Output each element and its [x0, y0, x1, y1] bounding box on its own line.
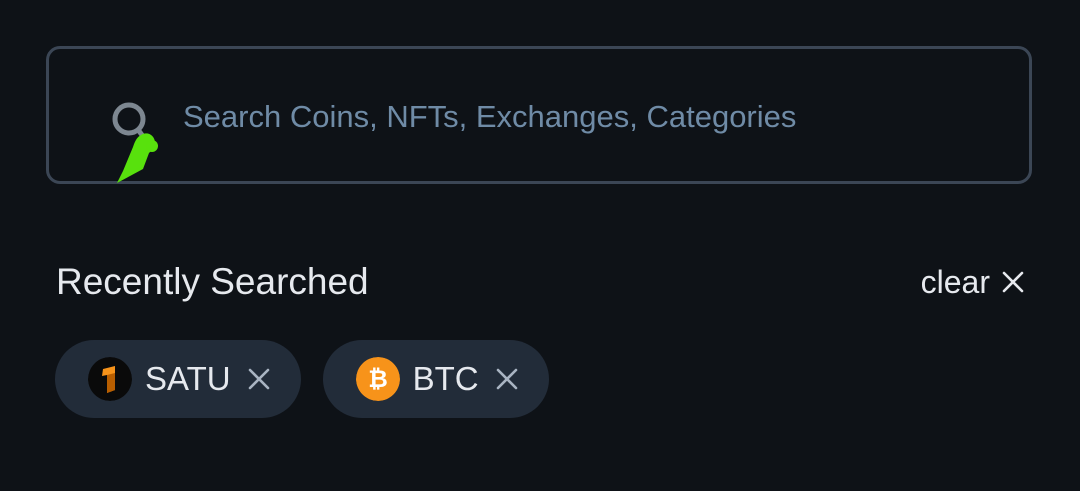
close-icon[interactable] [495, 367, 519, 391]
btc-coin-icon: ₿ [355, 357, 400, 401]
close-icon [1002, 271, 1024, 293]
clear-button[interactable]: clear [921, 262, 1024, 302]
recent-chip-satu[interactable]: SATU [55, 340, 301, 418]
clear-label: clear [920, 264, 990, 300]
recent-chip-btc[interactable]: ₿ BTC [322, 340, 549, 418]
search-icon [112, 102, 158, 183]
recent-chip-label: SATU [145, 360, 231, 397]
close-icon[interactable] [247, 367, 271, 391]
satu-coin-icon [88, 357, 132, 401]
recently-searched-title: Recently Searched [56, 261, 369, 302]
search-box[interactable] [46, 46, 1032, 184]
recent-search-list: SATU ₿ BTC [55, 340, 549, 418]
svg-text:₿: ₿ [368, 365, 388, 393]
search-input[interactable] [183, 97, 983, 137]
recent-chip-label: BTC [412, 360, 479, 397]
